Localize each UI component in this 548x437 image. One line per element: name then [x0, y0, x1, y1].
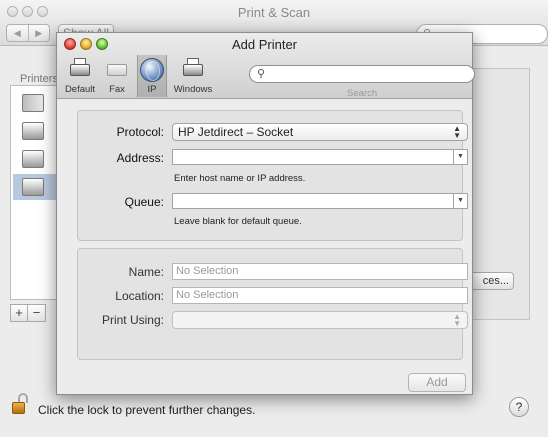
address-combo-field[interactable]: ▼: [172, 149, 468, 165]
add-printer-button[interactable]: +: [10, 304, 28, 322]
connection-settings-group: Protocol: HP Jetdirect – Socket ▲ ▼ Addre…: [77, 110, 468, 241]
toolbar-fax[interactable]: Fax: [103, 55, 131, 97]
toolbar-label: Default: [64, 84, 96, 95]
printer-list-item[interactable]: S: [13, 146, 63, 172]
printer-list-item[interactable]: H: [13, 90, 64, 116]
printer-list-controls: + −: [10, 304, 58, 322]
globe-icon: [140, 58, 164, 82]
printer-list-item-selected[interactable]: [13, 174, 59, 200]
printer-list[interactable]: H S S: [10, 85, 64, 300]
queue-hint: Leave blank for default queue.: [174, 216, 302, 227]
printers-label: Printers: [20, 73, 58, 85]
print-using-popup[interactable]: ▲ ▼: [172, 311, 468, 329]
printer-details-group: Name: No Selection Location: No Selectio…: [77, 248, 468, 360]
back-forward-control[interactable]: ◀ ▶: [6, 24, 50, 42]
window-title: Add Printer: [231, 37, 298, 52]
options-supplies-button[interactable]: ces...: [466, 272, 514, 290]
printer-icon: [22, 150, 44, 168]
address-label: Address:: [116, 151, 164, 165]
printer-icon: [22, 122, 44, 140]
toolbar-label: IP: [147, 84, 157, 95]
lock-icon[interactable]: [12, 393, 28, 415]
printer-icon: [22, 178, 44, 196]
printer-search-field[interactable]: ⚲: [249, 65, 475, 83]
printer-list-item[interactable]: S: [13, 118, 63, 144]
name-field[interactable]: No Selection: [172, 263, 468, 280]
queue-combo-field[interactable]: ▼: [172, 193, 468, 209]
search-label: Search: [347, 88, 378, 99]
location-label: Location:: [115, 289, 164, 303]
toolbar-ip[interactable]: IP: [137, 55, 167, 97]
help-button[interactable]: ?: [509, 397, 529, 417]
address-hint: Enter host name or IP address.: [174, 173, 306, 184]
windows-printer-icon: [181, 58, 205, 80]
chevron-down-icon[interactable]: ▼: [453, 194, 467, 208]
toolbar-default[interactable]: Default: [61, 55, 99, 97]
name-label: Name:: [128, 265, 164, 279]
printer-icon: [68, 58, 92, 80]
add-printer-toolbar: Add Printer Default Fax IP Windows ⚲ Sea…: [57, 33, 475, 99]
add-printer-window: Add Printer Default Fax IP Windows ⚲ Sea…: [56, 32, 475, 395]
updown-arrows-icon: ▲ ▼: [453, 312, 461, 328]
fax-icon: [105, 58, 129, 80]
queue-label: Queue:: [124, 195, 164, 209]
search-icon: ⚲: [257, 68, 266, 80]
window-title: Print & Scan: [237, 5, 311, 20]
protocol-label: Protocol:: [116, 125, 164, 139]
scanner-printer-icon: [22, 94, 44, 112]
add-button[interactable]: Add: [408, 373, 466, 392]
back-arrow-icon[interactable]: ◀: [7, 25, 29, 41]
toolbar-label: Fax: [109, 84, 125, 95]
lock-message: Click the lock to prevent further change…: [38, 403, 256, 417]
location-field[interactable]: No Selection: [172, 287, 468, 304]
updown-arrows-icon: ▲ ▼: [453, 124, 461, 140]
remove-printer-button[interactable]: −: [28, 304, 46, 322]
forward-arrow-icon[interactable]: ▶: [29, 25, 50, 41]
chevron-down-icon[interactable]: ▼: [453, 150, 467, 164]
print-using-label: Print Using:: [101, 313, 164, 327]
protocol-value: HP Jetdirect – Socket: [178, 125, 294, 139]
toolbar-label: Windows: [173, 84, 213, 95]
protocol-popup[interactable]: HP Jetdirect – Socket ▲ ▼: [172, 123, 468, 141]
toolbar-windows[interactable]: Windows: [170, 55, 216, 97]
